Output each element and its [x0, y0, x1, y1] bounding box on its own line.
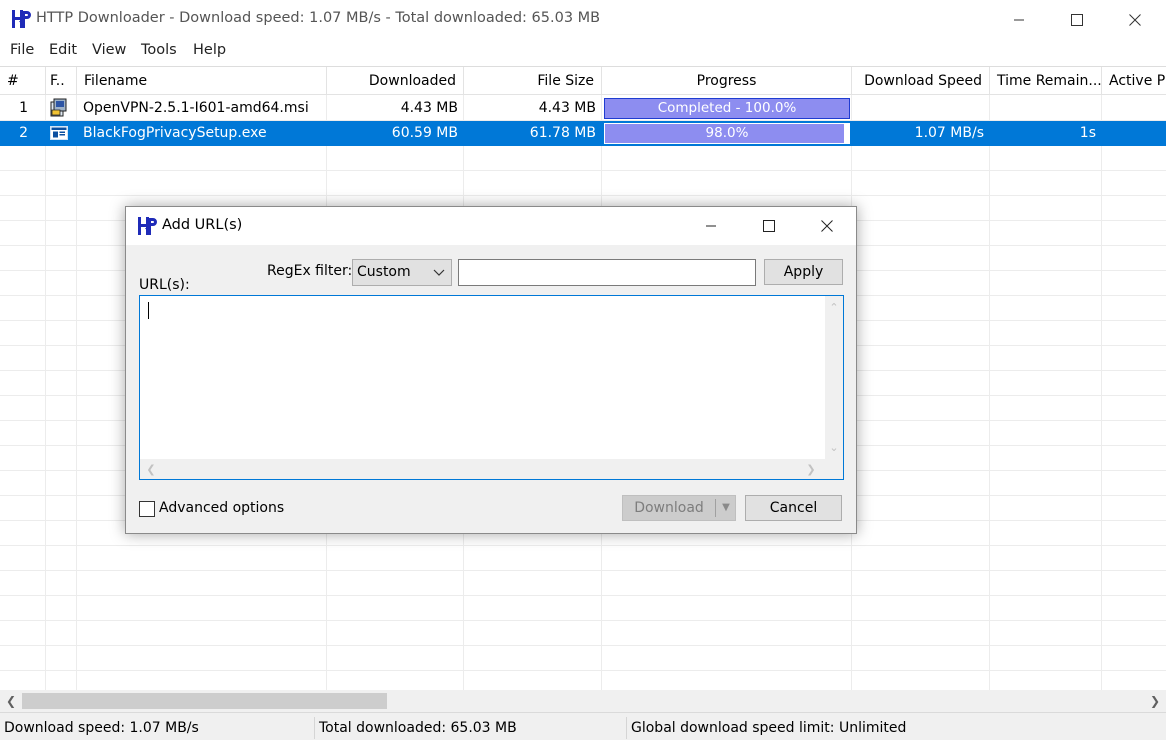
scroll-up-icon[interactable]: ⌃: [825, 298, 843, 316]
download-split-button[interactable]: Download ▼: [622, 495, 736, 521]
grid-line: [0, 195, 1166, 196]
grid-line: [989, 95, 990, 690]
scrollbar-corner: [825, 459, 843, 479]
http-downloader-logo-icon: [12, 10, 31, 28]
download-button-label[interactable]: Download: [623, 496, 715, 520]
row-number: 1: [19, 100, 28, 116]
menu-edit[interactable]: Edit: [49, 42, 77, 58]
grid-line: [0, 670, 1166, 671]
status-bar: Download speed: 1.07 MB/s Total download…: [0, 712, 1166, 740]
urls-textarea[interactable]: ⌃ ⌄ ❮ ❯: [139, 295, 844, 480]
close-icon: [821, 220, 833, 232]
regex-filter-select[interactable]: Custom: [352, 259, 452, 286]
table-row[interactable]: 1 OpenVPN-2.5.1-I601-amd64.msi 4.43 MB 4…: [0, 96, 1166, 121]
advanced-options-checkbox[interactable]: [139, 501, 155, 517]
dialog-titlebar: Add URL(s): [126, 207, 856, 245]
minimize-icon: [1014, 19, 1024, 21]
row-downloaded: 4.43 MB: [400, 100, 458, 116]
grid-line: [0, 545, 1166, 546]
row-filename: BlackFogPrivacySetup.exe: [83, 125, 267, 141]
status-speed-limit: Global download speed limit: Unlimited: [626, 717, 1166, 739]
grid-line: [0, 170, 1166, 171]
text-caret: [148, 302, 149, 319]
status-download-speed: Download speed: 1.07 MB/s: [4, 720, 199, 736]
add-urls-dialog: Add URL(s) RegEx filter: Custom Apply UR…: [125, 206, 857, 534]
column-header-filename[interactable]: Filename: [77, 67, 327, 95]
menu-bar: File Edit View Tools Help: [0, 40, 1166, 64]
row-filename: OpenVPN-2.5.1-I601-amd64.msi: [83, 100, 309, 116]
maximize-icon: [1071, 14, 1083, 26]
grid-line: [0, 620, 1166, 621]
table-row-selected[interactable]: 2 BlackFogPrivacySetup.exe 60.59 MB 61.7…: [0, 121, 1166, 146]
column-header-downloaded[interactable]: Downloaded: [327, 67, 464, 95]
exe-file-icon: [47, 121, 75, 146]
http-downloader-logo-icon: [138, 217, 157, 235]
dialog-title: Add URL(s): [162, 217, 243, 233]
urls-label: URL(s):: [139, 277, 190, 293]
menu-tools[interactable]: Tools: [141, 42, 177, 58]
urls-horizontal-scrollbar[interactable]: ❮ ❯: [140, 459, 825, 479]
menu-file[interactable]: File: [10, 42, 34, 58]
column-header-time-remaining[interactable]: Time Remain...: [990, 67, 1102, 95]
row-progress-bar: Completed - 100.0%: [604, 98, 850, 119]
dialog-maximize-button[interactable]: [740, 207, 798, 245]
window-title: HTTP Downloader - Download speed: 1.07 M…: [36, 10, 601, 26]
grid-line: [76, 95, 77, 690]
chevron-down-icon: [433, 260, 445, 294]
progress-label: Completed - 100.0%: [657, 100, 797, 116]
scroll-down-icon[interactable]: ⌄: [825, 438, 843, 456]
column-header-file-type[interactable]: F..: [46, 67, 77, 95]
regex-filter-label: RegEx filter:: [267, 263, 353, 279]
scroll-right-icon[interactable]: ❯: [802, 460, 820, 478]
column-header-active-parts[interactable]: Active P: [1102, 67, 1166, 95]
row-progress-bar: 98.0%: [604, 123, 850, 144]
dialog-close-button[interactable]: [798, 207, 856, 245]
column-header-file-size[interactable]: File Size: [464, 67, 602, 95]
column-header-number[interactable]: #: [0, 67, 46, 95]
row-downloaded: 60.59 MB: [391, 125, 458, 141]
row-time-remaining: 1s: [1079, 125, 1096, 141]
row-download-speed: [852, 96, 990, 121]
minimize-icon: [706, 225, 716, 227]
maximize-button[interactable]: [1048, 0, 1106, 40]
minimize-button[interactable]: [990, 0, 1048, 40]
menu-view[interactable]: View: [92, 42, 126, 58]
regex-filter-input[interactable]: [458, 259, 756, 286]
progress-label: 98.0%: [705, 125, 749, 141]
row-download-speed: 1.07 MB/s: [914, 125, 984, 141]
grid-line: [0, 595, 1166, 596]
regex-filter-selected: Custom: [357, 264, 411, 280]
status-total-downloaded: Total downloaded: 65.03 MB: [314, 717, 624, 739]
scroll-right-icon[interactable]: ❯: [1144, 690, 1166, 712]
msi-installer-icon: [47, 96, 75, 121]
dropdown-arrow-icon[interactable]: ▼: [716, 496, 736, 520]
row-file-size: 61.78 MB: [529, 125, 596, 141]
row-time-remaining: [990, 96, 1102, 121]
advanced-options-label[interactable]: Advanced options: [159, 500, 284, 516]
column-header-progress[interactable]: Progress: [602, 67, 852, 95]
maximize-icon: [763, 220, 775, 232]
horizontal-scrollbar[interactable]: ❮ ❯: [0, 690, 1166, 712]
scroll-left-icon[interactable]: ❮: [0, 690, 22, 712]
menu-help[interactable]: Help: [193, 42, 226, 58]
dialog-minimize-button[interactable]: [682, 207, 740, 245]
row-number: 2: [19, 125, 28, 141]
row-file-size: 4.43 MB: [538, 100, 596, 116]
scrollbar-thumb[interactable]: [22, 693, 387, 709]
apply-button[interactable]: Apply: [764, 259, 843, 285]
close-button[interactable]: [1106, 0, 1164, 40]
window-titlebar: HTTP Downloader - Download speed: 1.07 M…: [0, 0, 1166, 40]
urls-vertical-scrollbar[interactable]: ⌃ ⌄: [825, 296, 843, 460]
grid-line: [45, 95, 46, 690]
grid-line: [0, 570, 1166, 571]
scroll-left-icon[interactable]: ❮: [142, 460, 160, 478]
grid-line: [0, 645, 1166, 646]
cancel-button[interactable]: Cancel: [745, 495, 842, 521]
close-icon: [1129, 14, 1141, 26]
grid-line: [1101, 95, 1102, 690]
column-header-download-speed[interactable]: Download Speed: [852, 67, 990, 95]
